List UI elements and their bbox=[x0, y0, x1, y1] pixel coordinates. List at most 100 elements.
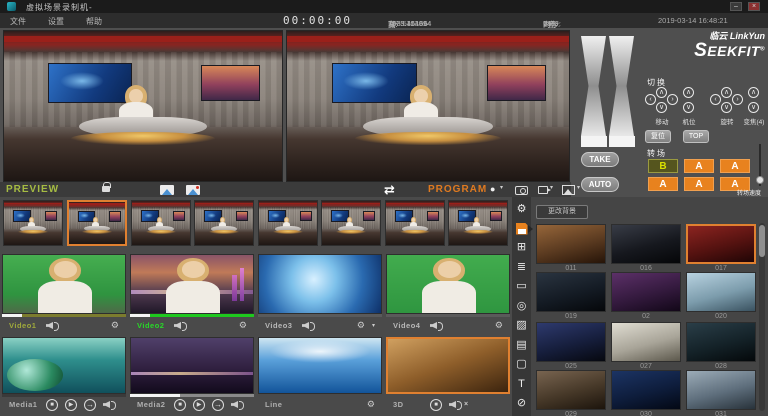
take-button[interactable]: TAKE bbox=[581, 152, 619, 167]
transition-speed-knob[interactable] bbox=[756, 176, 764, 184]
window-icon[interactable]: ▢ bbox=[515, 358, 528, 371]
loop-button[interactable]: → bbox=[84, 399, 96, 411]
scene-thumb-017-selected[interactable]: 017 bbox=[686, 224, 756, 272]
layers-icon[interactable]: ▤ bbox=[515, 339, 528, 352]
transition-a-button[interactable]: A bbox=[684, 177, 714, 191]
scene-thumb-030[interactable]: 030 bbox=[611, 370, 681, 416]
scrollbar-thumb[interactable] bbox=[759, 225, 765, 257]
volume-icon[interactable] bbox=[103, 400, 116, 409]
draw-tool-icon[interactable]: ⊘ bbox=[515, 397, 528, 410]
display-icon[interactable]: ▭ bbox=[515, 280, 528, 293]
media1-thumbnail[interactable] bbox=[2, 337, 126, 394]
minimize-button[interactable]: – bbox=[730, 2, 742, 11]
program-monitor[interactable] bbox=[286, 30, 570, 182]
picture-dropdown-icon[interactable]: ▾ bbox=[577, 184, 580, 191]
video3-thumbnail[interactable] bbox=[258, 254, 382, 314]
move-up-button[interactable]: ∧ bbox=[656, 87, 667, 98]
video-capture-icon[interactable] bbox=[538, 186, 548, 194]
media2-thumbnail[interactable] bbox=[130, 337, 254, 394]
scene-thumb-029[interactable]: 029 bbox=[536, 370, 606, 416]
virtual-camera-icon[interactable]: ◎ bbox=[515, 300, 528, 313]
scene-thumb-016[interactable]: 016 bbox=[611, 224, 681, 272]
scene-thumb-025[interactable]: 025 bbox=[536, 322, 606, 370]
save-floppy-icon[interactable] bbox=[516, 223, 528, 235]
rotate-down-button[interactable]: ∨ bbox=[721, 102, 732, 113]
loop-button[interactable]: → bbox=[212, 399, 224, 411]
rotate-up-button[interactable]: ∧ bbox=[721, 87, 732, 98]
lock-icon[interactable] bbox=[102, 186, 110, 192]
move-down-button[interactable]: ∨ bbox=[656, 102, 667, 113]
camera-down-button[interactable]: ∨ bbox=[683, 102, 694, 113]
gear-icon[interactable]: ⚙ bbox=[357, 320, 365, 331]
swap-preview-program-icon[interactable]: ⇄ bbox=[384, 182, 395, 198]
transition-a-button[interactable]: A bbox=[720, 159, 750, 173]
camera-angle-thumb-8[interactable] bbox=[448, 200, 508, 246]
move-left-button[interactable]: ‹ bbox=[645, 94, 656, 105]
gear-icon[interactable]: ⚙ bbox=[495, 320, 503, 331]
stop-button[interactable]: ■ bbox=[46, 399, 58, 411]
stop-button[interactable]: ■ bbox=[430, 399, 442, 411]
snapshot-add-icon[interactable] bbox=[186, 185, 200, 195]
volume-icon[interactable] bbox=[231, 400, 244, 409]
move-right-button[interactable]: › bbox=[667, 94, 678, 105]
transition-a-button[interactable]: A bbox=[684, 159, 714, 173]
video1-thumbnail[interactable] bbox=[2, 254, 126, 314]
preview-monitor[interactable] bbox=[3, 30, 283, 182]
camera-angle-thumb-7[interactable] bbox=[385, 200, 445, 246]
video4-thumbnail[interactable] bbox=[386, 254, 510, 314]
play-button[interactable]: ▶ bbox=[65, 399, 77, 411]
media-library-icon[interactable]: ▨ bbox=[515, 319, 528, 332]
zoom-out-button[interactable]: ∨ bbox=[748, 102, 759, 113]
camera-angle-thumb-5[interactable] bbox=[258, 200, 318, 246]
t-bar-fader[interactable] bbox=[581, 36, 637, 148]
scene-thumb-031[interactable]: 031 bbox=[686, 370, 756, 416]
record-icon[interactable]: ● bbox=[490, 184, 495, 194]
volume-icon[interactable] bbox=[430, 321, 443, 330]
scene-library-icon[interactable]: ⊞ bbox=[515, 241, 528, 254]
menu-file[interactable]: 文件 bbox=[10, 16, 26, 27]
camera-angle-thumb-6[interactable] bbox=[321, 200, 381, 246]
scene-thumb-011[interactable]: 011 bbox=[536, 224, 606, 272]
picture-output-icon[interactable] bbox=[562, 185, 575, 195]
zoom-in-button[interactable]: ∧ bbox=[748, 87, 759, 98]
record-dropdown-icon[interactable]: ▾ bbox=[500, 184, 503, 191]
play-button[interactable]: ▶ bbox=[193, 399, 205, 411]
menu-settings[interactable]: 设置 bbox=[48, 16, 64, 27]
scene-thumb-020[interactable]: 020 bbox=[686, 272, 756, 320]
transition-b-button[interactable]: B bbox=[648, 159, 678, 173]
volume-icon[interactable] bbox=[46, 321, 59, 330]
transition-a-button[interactable]: A bbox=[648, 177, 678, 191]
rotate-right-button[interactable]: › bbox=[732, 94, 743, 105]
top-view-button[interactable]: TOP bbox=[683, 130, 709, 143]
camera-angle-thumb-4[interactable] bbox=[194, 200, 254, 246]
scene-thumb-019[interactable]: 019 bbox=[536, 272, 606, 320]
menu-help[interactable]: 帮助 bbox=[86, 16, 102, 27]
scene-scrollbar[interactable] bbox=[759, 223, 765, 411]
auto-button[interactable]: AUTO bbox=[581, 177, 619, 192]
gear-dropdown-icon[interactable]: ▾ bbox=[372, 322, 375, 329]
rotate-left-button[interactable]: ‹ bbox=[710, 94, 721, 105]
camera-angle-thumb-3[interactable] bbox=[131, 200, 191, 246]
camera-angle-thumb-1[interactable] bbox=[3, 200, 63, 246]
scene-thumb-028[interactable]: 028 bbox=[686, 322, 756, 370]
close-button[interactable]: × bbox=[748, 2, 760, 11]
stop-button[interactable]: ■ bbox=[174, 399, 186, 411]
video2-thumbnail[interactable] bbox=[130, 254, 254, 314]
line-thumbnail[interactable] bbox=[258, 337, 382, 394]
gear-icon[interactable]: ⚙ bbox=[111, 320, 119, 331]
volume-muted-icon[interactable] bbox=[449, 400, 462, 409]
reset-button[interactable]: 复位 bbox=[645, 130, 671, 143]
gear-icon[interactable]: ⚙ bbox=[239, 320, 247, 331]
snapshot-icon[interactable] bbox=[160, 185, 174, 195]
settings-gear-icon[interactable]: ⚙ bbox=[515, 203, 528, 216]
volume-icon[interactable] bbox=[302, 321, 315, 330]
scene-thumb-027[interactable]: 027 bbox=[611, 322, 681, 370]
gear-icon[interactable]: ⚙ bbox=[367, 399, 375, 410]
3d-thumbnail[interactable] bbox=[386, 337, 510, 394]
change-background-button[interactable]: 更改背景 bbox=[536, 205, 588, 219]
screenshot-camera-icon[interactable] bbox=[515, 186, 528, 195]
scene-thumb-02[interactable]: 02 bbox=[611, 272, 681, 320]
camera-up-button[interactable]: ∧ bbox=[683, 87, 694, 98]
playlist-icon[interactable]: ≣ bbox=[515, 261, 528, 274]
text-overlay-icon[interactable]: T bbox=[515, 378, 528, 391]
